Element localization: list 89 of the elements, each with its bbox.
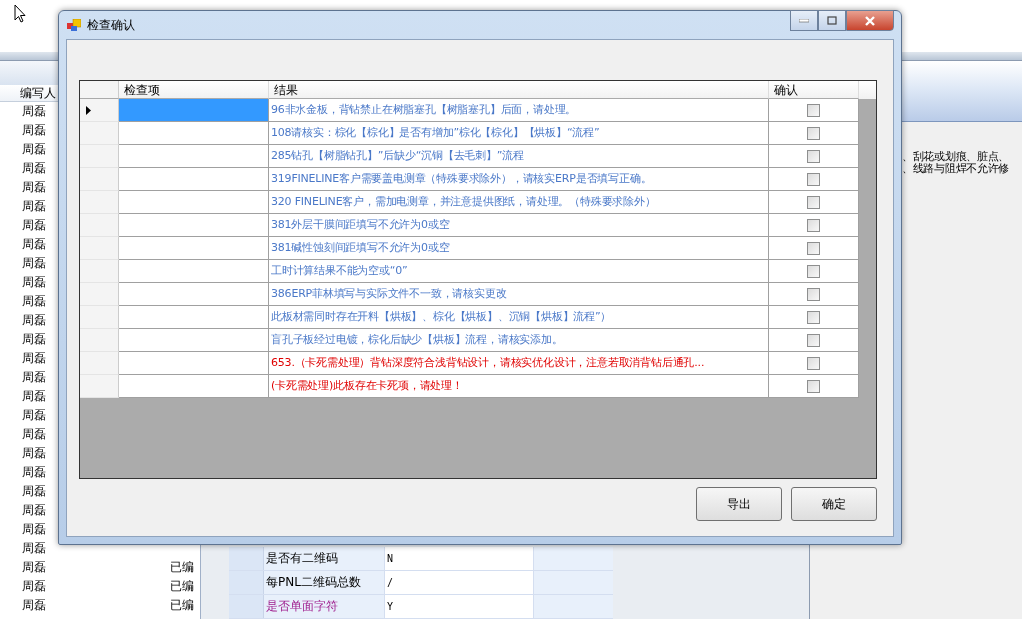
table-cell: 381碱性蚀刻间距填写不允许为0或空	[269, 237, 769, 260]
table-cell-text: 周磊	[22, 578, 47, 595]
table-cell[interactable]	[119, 283, 269, 306]
minimize-icon	[799, 18, 809, 23]
checkbox[interactable]	[807, 195, 820, 209]
table-cell: 96非水金板，背钻禁止在树脂塞孔【树脂塞孔】后面，请处理。	[269, 99, 769, 122]
table-cell-text: 周磊	[22, 426, 47, 443]
table-cell[interactable]	[119, 145, 269, 168]
table-cell: (卡死需处理)此板存在卡死项，请处理！	[269, 375, 769, 398]
checkbox[interactable]	[807, 126, 820, 140]
table-cell[interactable]	[119, 375, 269, 398]
table-cell-text: 周磊	[22, 255, 47, 272]
window-title: 检查确认	[87, 16, 135, 34]
table-cell: 盲孔子板经过电镀，棕化后缺少【烘板】流程，请核实添加。	[269, 329, 769, 352]
table-cell-text: 周磊	[22, 198, 47, 215]
table-cell: 已编	[170, 559, 194, 576]
table-cell: 已编	[170, 578, 194, 595]
table-cell-text: 周磊	[22, 350, 47, 367]
maximize-button[interactable]	[818, 10, 846, 31]
table-cell-text: 周磊	[22, 502, 47, 519]
table-cell: 每PNL二维码总数	[264, 571, 384, 594]
table-cell[interactable]	[119, 168, 269, 191]
cursor-icon	[14, 4, 26, 23]
table-cell: 是否有二维码	[264, 547, 384, 570]
close-icon	[864, 15, 876, 26]
table-cell[interactable]	[119, 214, 269, 237]
table-cell[interactable]	[119, 329, 269, 352]
table-cell: 285钻孔【树脂钻孔】”后缺少“沉铜【去毛刺】”流程	[269, 145, 769, 168]
table-cell[interactable]	[119, 122, 269, 145]
table-cell[interactable]	[119, 191, 269, 214]
table-cell-text: 周磊	[22, 141, 47, 158]
current-row-icon	[86, 105, 91, 115]
minimize-button[interactable]	[790, 10, 818, 31]
checkbox[interactable]	[807, 310, 820, 324]
note-text: 、线路与阻焊不允许修	[902, 163, 1010, 175]
checkbox[interactable]	[807, 103, 820, 117]
table-cell-text: 周磊	[22, 217, 47, 234]
checkbox[interactable]	[807, 287, 820, 301]
table-cell: 工时计算结果不能为空或“0”	[269, 260, 769, 283]
table-cell-text: 周磊	[22, 122, 47, 139]
table-cell[interactable]	[119, 99, 269, 122]
column-header[interactable]: 编写人	[20, 85, 56, 101]
note-text: 、刮花或划痕、脏点、	[902, 151, 1010, 163]
table-cell-text: 周磊	[22, 331, 47, 348]
table-cell: 108请核实：棕化【棕化】是否有增加”棕化【棕化】【烘板】“流程”	[269, 122, 769, 145]
table-cell[interactable]	[119, 260, 269, 283]
table-cell-text: 周磊	[22, 464, 47, 481]
table-cell-text: 周磊	[22, 236, 47, 253]
app-icon	[67, 19, 81, 31]
table-cell-text: 周磊	[22, 388, 47, 405]
table-cell-text: 周磊	[22, 369, 47, 386]
table-cell-text: 周磊	[22, 407, 47, 424]
checkbox[interactable]	[807, 379, 820, 393]
checkbox[interactable]	[807, 149, 820, 163]
table-cell-text: 周磊	[22, 274, 47, 291]
checkbox[interactable]	[807, 264, 820, 278]
row-header[interactable]	[80, 99, 119, 122]
checkbox[interactable]	[807, 333, 820, 347]
table-cell: 319FINELINE客户需要盖电测章（特殊要求除外），请核实ERP是否填写正确。	[269, 168, 769, 191]
checkbox[interactable]	[807, 356, 820, 370]
table-cell-text: 周磊	[22, 597, 47, 614]
table-cell: 是否单面字符	[264, 595, 384, 618]
table-cell-text: 周磊	[22, 483, 47, 500]
close-button[interactable]	[846, 10, 894, 31]
table-cell-text: 周磊	[22, 293, 47, 310]
dialog-button[interactable]: 导出	[696, 487, 782, 521]
table-cell[interactable]	[119, 352, 269, 375]
table-cell[interactable]	[119, 306, 269, 329]
table-cell-text: 周磊	[22, 540, 47, 557]
table-cell-text: 周磊	[22, 179, 47, 196]
maximize-icon	[827, 16, 837, 25]
checkbox[interactable]	[807, 241, 820, 255]
dialog-button[interactable]: 确定	[791, 487, 877, 521]
table-cell: 653.（卡死需处理）背钻深度符合浅背钻设计，请核实优化设计，注意若取消背钻后通孔...	[269, 352, 769, 375]
corner-header	[80, 81, 119, 99]
table-cell-text: 周磊	[22, 521, 47, 538]
table-cell: 320 FINELINE客户，需加电测章，并注意提供图纸，请处理。（特殊要求除外）	[269, 191, 769, 214]
checkbox[interactable]	[807, 172, 820, 186]
table-cell: 386ERP菲林填写与实际文件不一致，请核实更改	[269, 283, 769, 306]
table-cell: 此板材需同时存在开料【烘板】、棕化【烘板】、沉铜【烘板】流程”）	[269, 306, 769, 329]
checkbox[interactable]	[807, 218, 820, 232]
table-cell-text: 周磊	[22, 103, 47, 120]
table-cell-text: 周磊	[22, 445, 47, 462]
table-cell: 381外层干膜间距填写不允许为0或空	[269, 214, 769, 237]
table-cell[interactable]	[119, 237, 269, 260]
table-cell-text: 周磊	[22, 312, 47, 329]
table-cell: 已编	[170, 597, 194, 614]
table-cell-text: 周磊	[22, 559, 47, 576]
table-cell-text: 周磊	[22, 160, 47, 177]
